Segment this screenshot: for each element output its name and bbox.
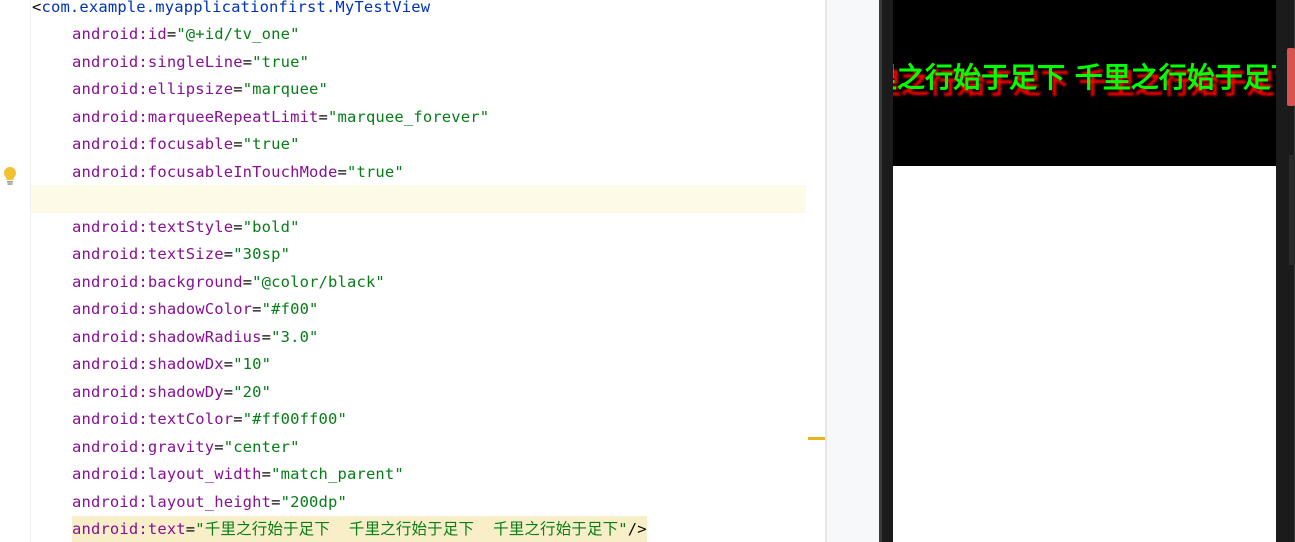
code-line-attribute[interactable]: android:focusable="true" bbox=[32, 131, 300, 158]
equals-sign: = bbox=[318, 108, 329, 126]
attribute-value: "#f00" bbox=[261, 300, 319, 318]
attribute-value: "true" bbox=[346, 163, 404, 181]
code-line-attribute[interactable]: android:marqueeRepeatLimit="marquee_fore… bbox=[32, 104, 489, 131]
attribute-value: "3.0" bbox=[271, 328, 319, 346]
attribute-value: "#ff00ff00" bbox=[242, 410, 347, 428]
code-line-attribute[interactable]: android:textSize="30sp" bbox=[32, 241, 290, 268]
attribute-name: android:textColor bbox=[72, 410, 234, 428]
scrollbar-marker[interactable] bbox=[808, 437, 825, 440]
device-side-button-lower bbox=[1289, 155, 1295, 265]
equals-sign: = bbox=[233, 410, 243, 428]
equals-sign: = bbox=[233, 218, 243, 236]
equals-sign: = bbox=[271, 493, 281, 511]
attribute-value: "true" bbox=[242, 135, 300, 153]
attribute-name: android:textStyle bbox=[72, 218, 234, 236]
attribute-name: android:gravity bbox=[72, 438, 215, 456]
attribute-name: android:text bbox=[72, 520, 186, 538]
attribute-value: "bold" bbox=[242, 218, 300, 236]
device-screen: 千里之行始于足下 千里之行始于足下 bbox=[893, 0, 1276, 542]
open-tag-text: com.example.myapplicationfirst.MyTestVie… bbox=[41, 0, 431, 16]
attribute-value: "10" bbox=[233, 355, 272, 373]
attribute-name: android:textSize bbox=[72, 245, 224, 263]
attribute-name: android:background bbox=[72, 273, 243, 291]
code-line-attribute[interactable]: android:singleLine="true" bbox=[32, 49, 309, 76]
code-line-attribute[interactable]: android:shadowDy="20" bbox=[32, 379, 271, 406]
attribute-value: "200dp" bbox=[280, 493, 347, 511]
attribute-name: android:shadowColor bbox=[72, 300, 253, 318]
equals-sign: = bbox=[223, 245, 234, 263]
code-line-attribute[interactable]: android:shadowColor="#f00" bbox=[32, 296, 319, 323]
code-line-attribute[interactable]: android:textStyle="bold" bbox=[32, 214, 300, 241]
attribute-value: "20" bbox=[233, 383, 272, 401]
attribute-name: android:shadowDx bbox=[72, 355, 224, 373]
equals-sign: = bbox=[252, 300, 262, 318]
equals-sign: = bbox=[233, 80, 243, 98]
code-line-attribute[interactable]: android:id="@+id/tv_one" bbox=[32, 21, 300, 48]
attribute-value: "true" bbox=[252, 53, 310, 71]
equals-sign: = bbox=[261, 465, 272, 483]
attribute-value: "marquee" bbox=[242, 80, 329, 98]
code-editor[interactable]: <com.example.myapplicationfirst.MyTestVi… bbox=[0, 0, 826, 542]
code-line-attribute[interactable]: android:textColor="#ff00ff00" bbox=[32, 406, 347, 433]
gutter-divider bbox=[30, 0, 31, 542]
attribute-name: android:id bbox=[72, 25, 167, 43]
attribute-name: android:singleLine bbox=[72, 53, 243, 71]
marquee-text-view[interactable]: 千里之行始于足下 千里之行始于足下 bbox=[893, 0, 1276, 166]
close-tag: /> bbox=[627, 520, 647, 538]
attribute-name: android:marqueeRepeatLimit bbox=[72, 108, 319, 126]
attribute-value: "match_parent" bbox=[271, 465, 404, 483]
attribute-name: android:shadowRadius bbox=[72, 328, 262, 346]
code-line-attribute[interactable]: android:shadowDx="10" bbox=[32, 351, 271, 378]
editor-gutter[interactable] bbox=[0, 0, 30, 542]
attribute-value: "marquee_forever" bbox=[328, 108, 490, 126]
equals-sign: = bbox=[242, 53, 253, 71]
equals-sign: = bbox=[166, 25, 177, 43]
equals-sign: = bbox=[223, 383, 234, 401]
attribute-name: android:focusable bbox=[72, 135, 234, 153]
code-line-attribute[interactable]: android:focusableInTouchMode="true" bbox=[32, 159, 404, 186]
attribute-value: "30sp" bbox=[233, 245, 291, 263]
marquee-text: 千里之行始于足下 千里之行始于足下 bbox=[893, 61, 1276, 94]
code-line-attribute[interactable]: android:gravity="center" bbox=[32, 434, 300, 461]
attribute-value: "@color/black" bbox=[252, 273, 385, 291]
attribute-value: "千里之行始于足下 千里之行始于足下 千里之行始于足下" bbox=[195, 520, 628, 538]
equals-sign: = bbox=[233, 135, 243, 153]
code-line-attribute[interactable]: android:layout_width="match_parent" bbox=[32, 461, 404, 488]
code-line-attribute[interactable]: android:text="千里之行始于足下 千里之行始于足下 千里之行始于足下… bbox=[32, 516, 647, 542]
code-line-attribute[interactable]: android:ellipsize="marquee" bbox=[32, 76, 328, 103]
attribute-name: android:ellipsize bbox=[72, 80, 234, 98]
code-line-attribute[interactable]: android:layout_height="200dp" bbox=[32, 489, 347, 516]
code-line-attribute[interactable]: android:background="@color/black" bbox=[32, 269, 385, 296]
equals-sign: = bbox=[223, 355, 234, 373]
attribute-name: android:focusableInTouchMode bbox=[72, 163, 338, 181]
equals-sign: = bbox=[242, 273, 253, 291]
attribute-value: "@+id/tv_one" bbox=[176, 25, 300, 43]
attribute-name: android:shadowDy bbox=[72, 383, 224, 401]
attribute-value: "center" bbox=[223, 438, 300, 456]
current-line-highlight bbox=[31, 185, 826, 213]
lightbulb-icon[interactable] bbox=[2, 166, 18, 186]
attribute-name: android:layout_height bbox=[72, 493, 272, 511]
code-line-attribute[interactable]: android:shadowRadius="3.0" bbox=[32, 324, 319, 351]
code-line-open-tag[interactable]: <com.example.myapplicationfirst.MyTestVi… bbox=[32, 0, 430, 21]
equals-sign: = bbox=[185, 520, 196, 538]
device-side-button bbox=[1287, 48, 1295, 106]
equals-sign: = bbox=[214, 438, 224, 456]
equals-sign: = bbox=[337, 163, 347, 181]
equals-sign: = bbox=[261, 328, 272, 346]
editor-scrollbar-track[interactable] bbox=[806, 0, 826, 542]
attribute-name: android:layout_width bbox=[72, 465, 262, 483]
